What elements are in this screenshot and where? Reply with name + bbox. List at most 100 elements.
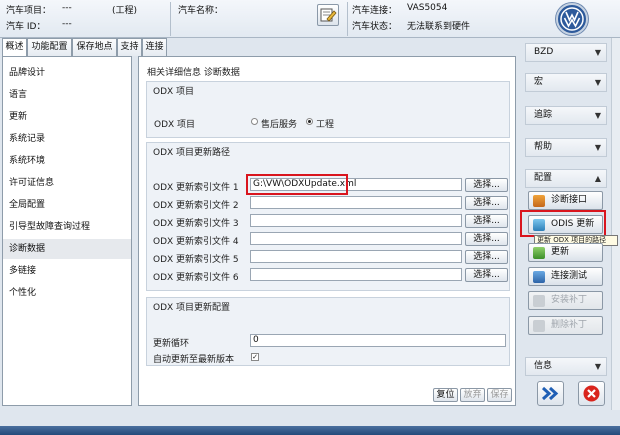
interface-icon — [533, 195, 545, 207]
tab-function-config[interactable]: 功能配置 — [27, 38, 72, 56]
close-button[interactable] — [578, 381, 605, 406]
group-trace-label: 追踪 — [534, 110, 553, 120]
nav-item-diagnostic-data[interactable]: 诊断数据 — [3, 239, 131, 259]
index-file-6-input[interactable] — [250, 268, 462, 281]
update-cycle-input[interactable]: 0 — [250, 334, 506, 347]
choose-file-1-button[interactable]: 选择... — [465, 178, 508, 192]
tab-connection[interactable]: 连接 — [142, 38, 167, 56]
status-label: 汽车状态： — [352, 22, 398, 32]
radio-after-sales-label: 售后服务 — [261, 120, 298, 130]
chevron-down-icon: ▼ — [594, 48, 601, 57]
group-bzd-label: BZD — [534, 47, 554, 57]
group-macro[interactable]: 宏 ▼ — [525, 73, 607, 92]
taskbar — [0, 426, 620, 435]
tab-overview[interactable]: 概述 — [2, 38, 27, 57]
odx-update-config-section: ODX 项目更新配置 更新循环 0 自动更新至最新版本 ✓ — [146, 297, 510, 366]
highlight-annotation — [520, 210, 606, 237]
index-file-5-input[interactable] — [250, 250, 462, 263]
nav-item-guided-fault-finding[interactable]: 引导型故障查询过程 — [3, 217, 131, 237]
index-file-2-input[interactable] — [250, 196, 462, 209]
update-cycle-label: 更新循环 — [153, 339, 190, 349]
chevron-down-icon: ▼ — [594, 143, 601, 152]
tab-support[interactable]: 支持 — [117, 38, 142, 56]
nav-item-system-environment[interactable]: 系统环境 — [3, 151, 131, 171]
index-file-4-input[interactable] — [250, 232, 462, 245]
group-info[interactable]: 信息 ▼ — [525, 357, 607, 376]
group-macro-label: 宏 — [534, 77, 544, 87]
install-patch-button[interactable]: 安装补丁 — [528, 291, 603, 310]
discard-button[interactable]: 放弃 — [460, 388, 485, 402]
odx-update-path-section-title: ODX 项目更新路径 — [153, 148, 231, 158]
project-mode: (工程) — [112, 6, 138, 16]
connection-value: VAS5054 — [407, 3, 448, 13]
odx-project-section-title: ODX 项目 — [153, 87, 195, 97]
odx-update-config-section-title: ODX 项目更新配置 — [153, 303, 231, 313]
diagnostic-interface-label: 诊断接口 — [551, 195, 588, 205]
group-help[interactable]: 帮助 ▼ — [525, 138, 607, 157]
header-bar: 汽车项目： --- (工程) 汽车 ID： --- 汽车名称： 汽车连接： VA… — [0, 0, 620, 38]
nav-item-brand-design[interactable]: 品牌设计 — [3, 63, 131, 83]
index-file-3-input[interactable] — [250, 214, 462, 227]
reset-button[interactable]: 复位 — [433, 388, 458, 402]
install-patch-label: 安装补丁 — [551, 295, 588, 305]
right-panel-scrollbar[interactable] — [611, 38, 620, 410]
id-label: 汽车 ID： — [6, 22, 46, 32]
edit-icon — [320, 8, 337, 22]
breadcrumb: 相关详细信息 诊断数据 — [147, 68, 240, 78]
patch-icon — [533, 295, 545, 307]
index-file-label: ODX 更新索引文件 6 — [153, 273, 239, 283]
radio-engineering[interactable] — [306, 118, 313, 125]
id-value: --- — [62, 19, 72, 29]
group-info-label: 信息 — [534, 361, 553, 371]
chevron-down-icon: ▼ — [594, 78, 601, 87]
remove-patch-label: 删除补丁 — [551, 320, 588, 330]
choose-file-4-button[interactable]: 选择... — [465, 232, 508, 246]
tab-save-location[interactable]: 保存地点 — [72, 38, 117, 56]
double-arrow-right-icon — [541, 386, 559, 401]
auto-update-label: 自动更新至最新版本 — [153, 355, 235, 365]
group-trace[interactable]: 追踪 ▼ — [525, 106, 607, 125]
remove-patch-button[interactable]: 删除补丁 — [528, 316, 603, 335]
choose-file-3-button[interactable]: 选择... — [465, 214, 508, 228]
highlight-annotation — [246, 174, 348, 195]
odx-project-label: ODX 项目 — [154, 120, 196, 130]
group-help-label: 帮助 — [534, 142, 553, 152]
chevron-down-icon: ▼ — [594, 111, 601, 120]
nav-item-language[interactable]: 语言 — [3, 85, 131, 105]
choose-file-6-button[interactable]: 选择... — [465, 268, 508, 282]
choose-file-5-button[interactable]: 选择... — [465, 250, 508, 264]
vw-logo-icon — [560, 7, 584, 31]
connection-test-label: 连接测试 — [551, 271, 588, 281]
index-file-label: ODX 更新索引文件 1 — [153, 183, 239, 193]
close-icon — [583, 385, 600, 402]
vw-logo — [556, 3, 588, 35]
update-button[interactable]: 更新 — [528, 243, 603, 262]
auto-update-checkbox[interactable]: ✓ — [251, 353, 259, 361]
edit-name-button[interactable] — [317, 4, 339, 26]
index-file-label: ODX 更新索引文件 4 — [153, 237, 239, 247]
group-config[interactable]: 配置 ▲ — [525, 169, 607, 188]
nav-item-multilink[interactable]: 多链接 — [3, 261, 131, 281]
odx-project-section: ODX 项目 ODX 项目 售后服务 工程 — [146, 81, 510, 138]
save-button[interactable]: 保存 — [487, 388, 512, 402]
nav-item-global-config[interactable]: 全局配置 — [3, 195, 131, 215]
diagnostic-interface-button[interactable]: 诊断接口 — [528, 191, 603, 210]
radio-after-sales[interactable] — [251, 118, 258, 125]
choose-file-2-button[interactable]: 选择... — [465, 196, 508, 210]
refresh-icon — [533, 247, 545, 259]
settings-nav: 品牌设计 语言 更新 系统记录 系统环境 许可证信息 全局配置 引导型故障查询过… — [2, 56, 132, 406]
project-label: 汽车项目： — [6, 6, 52, 16]
forward-button[interactable] — [537, 381, 564, 406]
index-file-label: ODX 更新索引文件 2 — [153, 201, 239, 211]
chevron-down-icon: ▼ — [594, 362, 601, 371]
name-label: 汽车名称： — [178, 6, 224, 16]
nav-item-license-info[interactable]: 许可证信息 — [3, 173, 131, 193]
connection-test-button[interactable]: 连接测试 — [528, 267, 603, 286]
odx-update-path-section: ODX 项目更新路径 ODX 更新索引文件 1 G:\VW\ODXUpdate.… — [146, 142, 510, 291]
connection-icon — [533, 271, 545, 283]
update-button-label: 更新 — [551, 247, 570, 257]
nav-item-system-log[interactable]: 系统记录 — [3, 129, 131, 149]
nav-item-update[interactable]: 更新 — [3, 107, 131, 127]
group-bzd[interactable]: BZD ▼ — [525, 43, 607, 62]
nav-item-personalization[interactable]: 个性化 — [3, 283, 131, 303]
